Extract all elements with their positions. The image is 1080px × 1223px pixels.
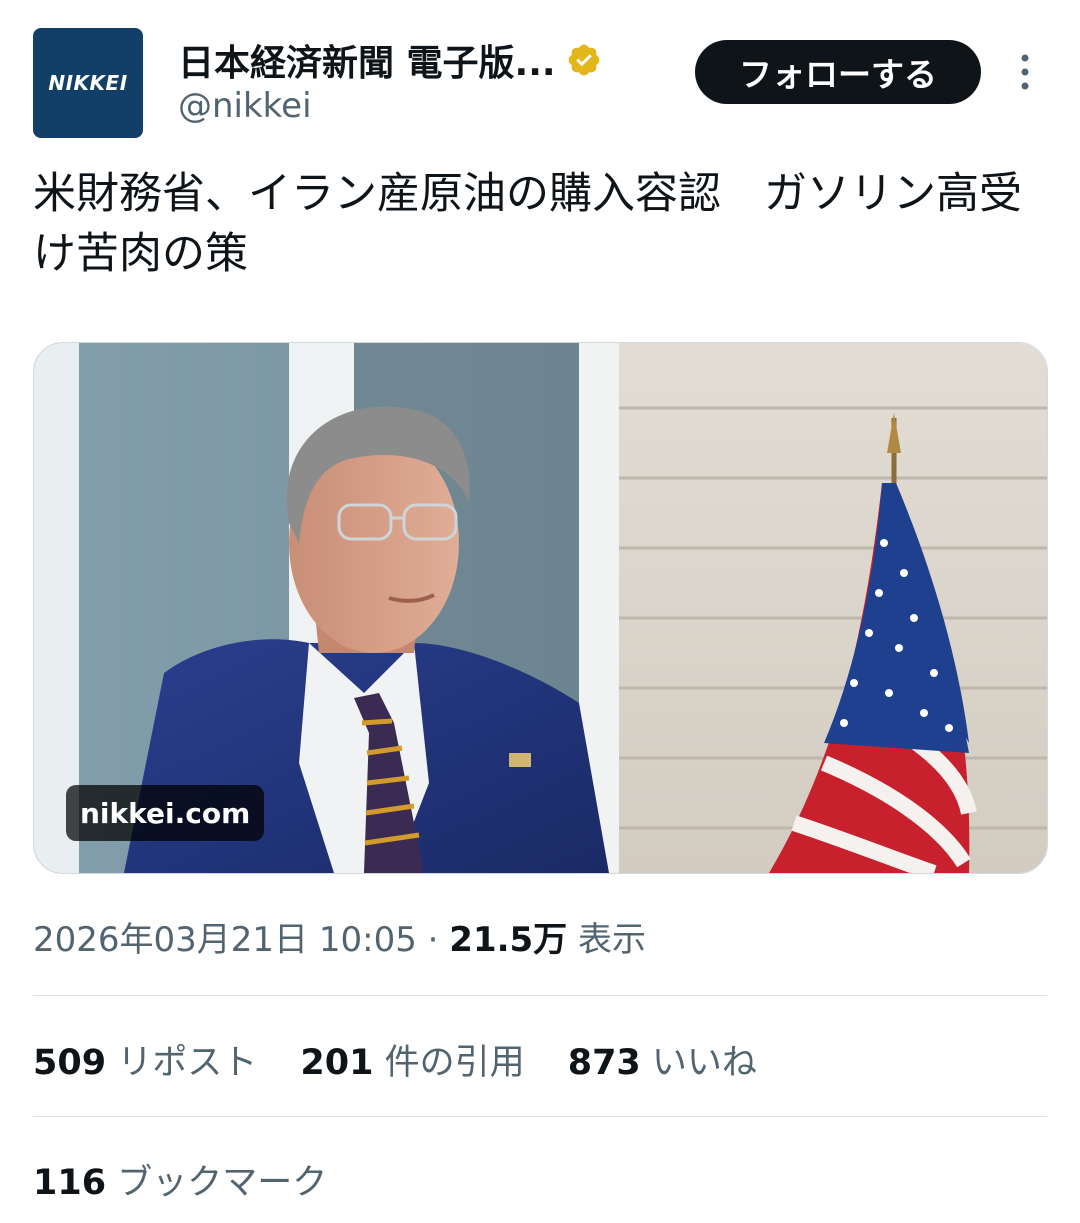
quotes-label: 件の引用 [384,1043,525,1083]
avatar[interactable]: NIKKEI [33,28,143,138]
reposts-stat[interactable]: 509 リポスト [33,1043,257,1083]
tweet-text: 米財務省、イラン産原油の購入容認 ガソリン高受け苦肉の策 [33,169,1022,279]
divider [33,995,1047,996]
quotes-stat[interactable]: 201 件の引用 [300,1043,524,1083]
reposts-count: 509 [33,1043,107,1083]
bookmarks-count: 116 [33,1163,107,1203]
likes-count: 873 [567,1043,641,1083]
views-count: 21.5万 [449,920,568,960]
verified-badge-icon [568,44,599,76]
more-options-icon[interactable] [1014,52,1036,92]
nikkei-logo-text: NIKKEI [48,71,128,95]
divider [33,1116,1047,1117]
reposts-label: リポスト [117,1043,258,1083]
follow-button[interactable]: フォローする [695,40,981,104]
display-name[interactable]: 日本経済新聞 電子版... [178,34,556,86]
user-handle[interactable]: @nikkei [178,86,312,126]
link-source-badge[interactable]: nikkei.com [66,785,265,841]
quotes-count: 201 [300,1043,374,1083]
bookmarks-stat[interactable]: 116 ブックマーク [33,1154,327,1205]
engagement-stats-row: 509 リポスト 201 件の引用 873 いいね [33,1034,789,1085]
meta-separator: · [427,920,439,960]
tweet-datetime[interactable]: 2026年03月21日 10:05 [33,920,417,960]
bookmarks-label: ブックマーク [117,1163,328,1203]
tweet-meta-row: 2026年03月21日 10:05 · 21.5万 表示 [33,912,646,961]
views-label: 表示 [578,920,646,960]
likes-label: いいね [651,1043,757,1083]
author-name-row[interactable]: 日本経済新聞 電子版... [178,34,602,86]
likes-stat[interactable]: 873 いいね [568,1043,757,1083]
